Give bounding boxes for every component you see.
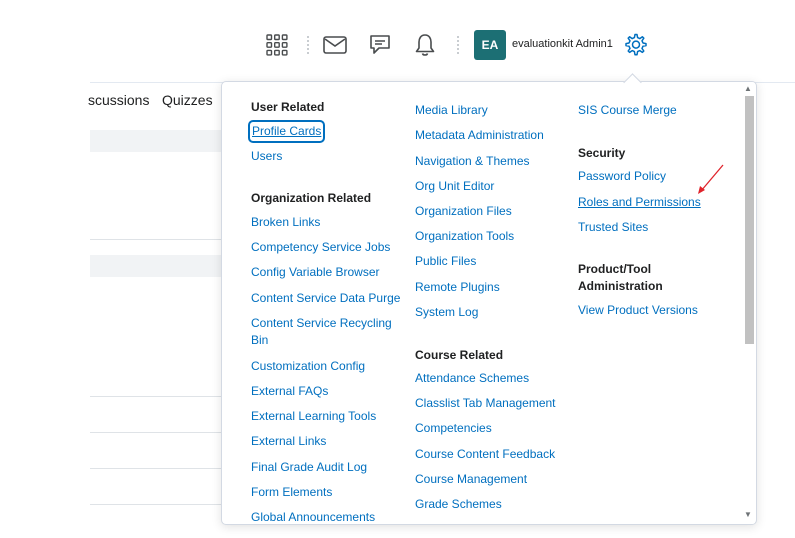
menu-link-password-policy[interactable]: Password Policy [578, 168, 666, 185]
separator [307, 36, 309, 54]
menu-link-course-management[interactable]: Course Management [415, 471, 527, 488]
menu-link-public-files[interactable]: Public Files [415, 253, 476, 270]
menu-link-org-unit-editor[interactable]: Org Unit Editor [415, 178, 494, 195]
menu-link-organization-tools[interactable]: Organization Tools [415, 228, 514, 245]
menu-link-media-library[interactable]: Media Library [415, 102, 488, 119]
menu-link-attendance-schemes[interactable]: Attendance Schemes [415, 370, 529, 387]
menu-link-organization-files[interactable]: Organization Files [415, 203, 512, 220]
menu-link-grade-schemes[interactable]: Grade Schemes [415, 496, 502, 513]
section-heading-security: Security [578, 146, 626, 160]
annotation-arrow-icon [698, 164, 724, 194]
menu-link-external-learning-tools[interactable]: External Learning Tools [251, 408, 376, 425]
admin-tools-menu: User Related Profile Cards Users Organiz… [221, 81, 757, 525]
scroll-down-arrow-icon[interactable]: ▼ [744, 510, 752, 519]
course-nav-item-discussions[interactable]: scussions [88, 92, 149, 108]
section-heading-organization-related: Organization Related [251, 191, 372, 205]
scroll-up-arrow-icon[interactable]: ▲ [744, 84, 752, 93]
menu-link-final-grade-audit-log[interactable]: Final Grade Audit Log [251, 459, 367, 476]
menu-link-competencies[interactable]: Competencies [415, 420, 492, 437]
chat-icon[interactable] [367, 32, 393, 58]
bell-icon[interactable] [412, 32, 438, 58]
section-heading-product-tool-administration: Product/Tool Administration [578, 262, 663, 293]
menu-link-external-faqs[interactable]: External FAQs [251, 383, 328, 400]
background-band [90, 130, 225, 152]
menu-link-form-elements[interactable]: Form Elements [251, 484, 332, 501]
menu-link-course-content-feedback[interactable]: Course Content Feedback [415, 446, 555, 463]
menu-link-trusted-sites[interactable]: Trusted Sites [578, 219, 648, 236]
menu-link-users[interactable]: Users [251, 148, 282, 165]
menu-link-system-log[interactable]: System Log [415, 304, 478, 321]
divider [90, 504, 225, 505]
divider [90, 468, 225, 469]
background-band [90, 255, 225, 277]
scrollbar-thumb[interactable] [745, 96, 754, 344]
menu-link-competency-service-jobs[interactable]: Competency Service Jobs [251, 239, 390, 256]
menu-link-profile-cards[interactable]: Profile Cards [247, 120, 326, 143]
section-heading-course-related: Course Related [415, 348, 504, 362]
apps-grid-icon[interactable] [264, 32, 290, 58]
menu-link-sis-course-merge[interactable]: SIS Course Merge [578, 102, 677, 119]
menu-link-view-product-versions[interactable]: View Product Versions [578, 302, 698, 319]
menu-link-roles-and-permissions[interactable]: Roles and Permissions [578, 194, 701, 211]
divider [90, 396, 225, 397]
gear-icon[interactable] [621, 31, 649, 59]
menu-link-config-variable-browser[interactable]: Config Variable Browser [251, 264, 380, 281]
mail-icon[interactable] [322, 32, 348, 58]
menu-link-navigation-themes[interactable]: Navigation & Themes [415, 153, 530, 170]
menu-link-classlist-tab-management[interactable]: Classlist Tab Management [415, 395, 556, 412]
top-navbar: EA evaluationkit Admin1 [0, 0, 795, 92]
divider [90, 432, 225, 433]
menu-link-content-service-data-purge[interactable]: Content Service Data Purge [251, 290, 400, 307]
menu-link-remote-plugins[interactable]: Remote Plugins [415, 279, 500, 296]
menu-link-external-links[interactable]: External Links [251, 433, 326, 450]
avatar[interactable]: EA [474, 30, 506, 60]
menu-link-metadata-administration[interactable]: Metadata Administration [415, 127, 544, 144]
course-nav-item-quizzes[interactable]: Quizzes [162, 92, 213, 108]
divider [90, 239, 225, 240]
section-heading-user-related: User Related [251, 100, 325, 114]
username-label[interactable]: evaluationkit Admin1 [512, 38, 613, 50]
menu-link-global-announcements[interactable]: Global Announcements [251, 509, 375, 524]
menu-link-broken-links[interactable]: Broken Links [251, 214, 320, 231]
separator [457, 36, 459, 54]
menu-link-customization-config[interactable]: Customization Config [251, 358, 365, 375]
menu-link-content-service-recycling-bin[interactable]: Content Service Recycling Bin [251, 315, 401, 349]
